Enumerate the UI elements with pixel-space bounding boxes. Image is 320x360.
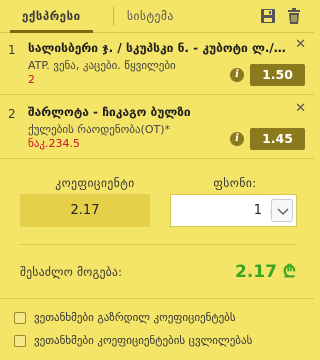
bet-title: შარლოტა - ჩიკაგო ბულზი bbox=[28, 105, 191, 119]
bet-selection: 2 bbox=[28, 73, 35, 86]
bet-item: 2 შარლოტა - ჩიკაგო ბულზი ქულების რაოდენო… bbox=[0, 97, 314, 159]
bet-index: 2 bbox=[8, 107, 16, 121]
save-icon[interactable] bbox=[260, 7, 276, 25]
possible-win-label: შესაძლო მოგება: bbox=[20, 265, 123, 279]
amount-input[interactable] bbox=[171, 195, 266, 226]
option-label: ვეთანხმები კოეფიციენტების ცვლილებას bbox=[34, 334, 253, 347]
option-label: ვეთანხმები გაზრდილ კოეფიციენტებს bbox=[34, 311, 236, 324]
chevron-down-icon bbox=[277, 208, 289, 216]
betslip-tabs: ექსპრესი სისტემა bbox=[0, 0, 314, 33]
close-icon[interactable]: ✕ bbox=[295, 102, 306, 115]
bet-title: სალისბერი ჯ. / სკუპსკი ნ. - კუბოტი ლ./მ.… bbox=[28, 41, 286, 55]
possible-win-value: 2.17 ₾ bbox=[235, 262, 296, 282]
tab-express[interactable]: ექსპრესი bbox=[10, 0, 93, 33]
coefficient-label: კოეფიციენტი bbox=[55, 176, 135, 190]
info-icon[interactable]: i bbox=[230, 132, 244, 146]
bet-market: ATP. ვენა, კაცები. წყვილები bbox=[28, 59, 176, 72]
info-icon[interactable]: i bbox=[230, 68, 244, 82]
bet-selection: ნაკ.234.5 bbox=[28, 137, 80, 150]
close-icon[interactable]: ✕ bbox=[295, 38, 306, 51]
divider bbox=[0, 298, 314, 299]
checkbox[interactable] bbox=[14, 312, 26, 324]
trash-icon[interactable] bbox=[286, 7, 302, 25]
bet-index: 1 bbox=[8, 43, 16, 57]
tab-divider bbox=[113, 7, 114, 26]
tab-system[interactable]: სისტემა bbox=[127, 0, 174, 33]
amount-field: ₾ bbox=[170, 194, 297, 227]
odds-badge: 1.45 bbox=[250, 128, 305, 150]
odds-badge: 1.50 bbox=[250, 64, 305, 86]
checkbox[interactable] bbox=[14, 335, 26, 347]
coefficient-value: 2.17 bbox=[20, 194, 150, 227]
divider bbox=[20, 244, 297, 245]
amount-label: ფსონი: bbox=[213, 176, 257, 190]
bet-market: ქულების რაოდენობა(OT)* bbox=[28, 123, 171, 136]
bet-item: 1 სალისბერი ჯ. / სკუპსკი ნ. - კუბოტი ლ./… bbox=[0, 33, 314, 95]
amount-dropdown-button[interactable] bbox=[271, 199, 293, 222]
